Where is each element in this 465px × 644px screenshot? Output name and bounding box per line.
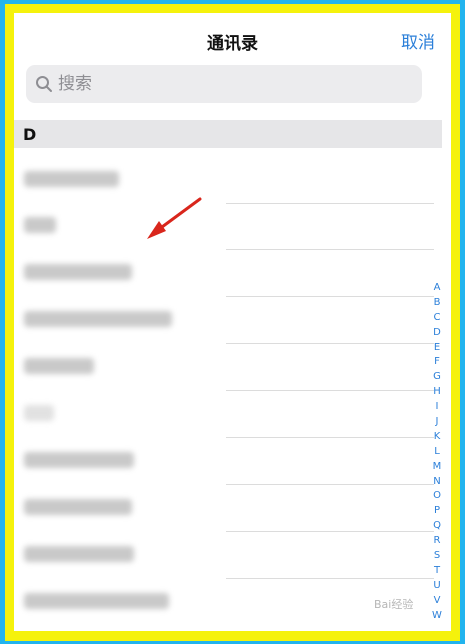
watermark: Bai经验 [374,598,414,611]
annotation-arrow [147,197,202,239]
contacts-sheet: 通讯录 取消 D [14,13,451,631]
screen: 通讯录 取消 D [5,4,460,641]
